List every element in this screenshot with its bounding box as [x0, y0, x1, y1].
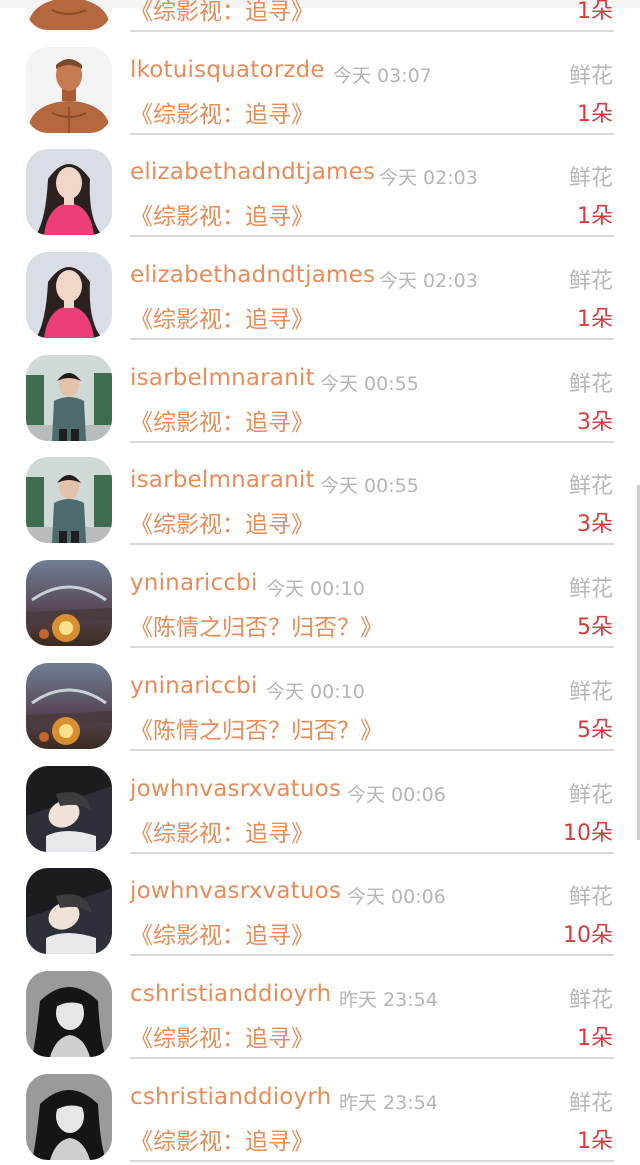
list-item[interactable]: elizabethadndtjames 今天 02:03 鲜花 《综影视：追寻》… [0, 131, 640, 238]
book-title[interactable]: 《综影视：追寻》 [130, 0, 314, 26]
girl-bw-avatar[interactable] [26, 1073, 112, 1160]
list-item[interactable]: yninariccbi 今天 00:10 鲜花 《陈情之归否？归否？》 5朵 [0, 542, 640, 649]
user-name[interactable]: yninariccbi [130, 570, 258, 596]
gift-count: 3朵 [577, 512, 613, 538]
gift-record-list[interactable]: 鲜花 《综影视：追寻》 1朵 lkotuisquatorzde 今天 03:07… [0, 0, 640, 1162]
book-title[interactable]: 《陈情之归否？归否？》 [130, 711, 383, 745]
timestamp: 今天 02:03 [379, 270, 478, 293]
timestamp: 今天 00:55 [320, 475, 419, 498]
gift-type: 鲜花 [568, 885, 613, 911]
gift-type: 鲜花 [568, 782, 613, 808]
timestamp: 今天 00:55 [320, 372, 419, 395]
user-name[interactable]: cshristianddioyrh [130, 1084, 331, 1110]
gift-type: 鲜花 [568, 269, 613, 295]
list-item[interactable]: cshristianddioyrh 昨天 23:54 鲜花 《综影视：追寻》 1… [0, 1056, 640, 1162]
book-title[interactable]: 《综影视：追寻》 [130, 403, 314, 437]
user-name[interactable]: isarbelmnaranit [130, 365, 315, 391]
timestamp: 今天 00:10 [266, 680, 365, 703]
book-title[interactable]: 《综影视：追寻》 [130, 1122, 314, 1156]
gift-count: 1朵 [577, 101, 613, 127]
gift-count: 5朵 [577, 615, 613, 641]
user-name[interactable]: elizabethadndtjames [130, 159, 375, 185]
list-item[interactable]: jowhnvasrxvatuos 今天 00:06 鲜花 《综影视：追寻》 10… [0, 748, 640, 854]
girl-bw-avatar[interactable] [26, 970, 112, 1057]
gift-type: 鲜花 [568, 1090, 613, 1116]
gift-type: 鲜花 [568, 474, 613, 500]
user-name[interactable]: yninariccbi [130, 673, 258, 699]
gift-type: 鲜花 [568, 63, 613, 89]
gift-count: 3朵 [577, 409, 613, 435]
user-name[interactable]: jowhnvasrxvatuos [130, 776, 341, 802]
divider [130, 1159, 614, 1162]
list-item[interactable]: 鲜花 《综影视：追寻》 1朵 [0, 0, 640, 32]
timestamp: 昨天 23:54 [339, 988, 438, 1011]
book-title[interactable]: 《综影视：追寻》 [130, 814, 314, 848]
book-title[interactable]: 《综影视：追寻》 [130, 916, 314, 950]
gift-type: 鲜花 [568, 166, 613, 192]
list-item[interactable]: yninariccbi 今天 00:10 鲜花 《陈情之归否？归否？》 5朵 [0, 645, 640, 751]
fantasy-scene-avatar[interactable] [26, 560, 112, 647]
book-title[interactable]: 《陈情之归否？归否？》 [130, 608, 383, 642]
gift-count: 1朵 [577, 1025, 613, 1051]
user-name[interactable]: isarbelmnaranit [130, 467, 315, 493]
book-title[interactable]: 《综影视：追寻》 [130, 1019, 314, 1053]
gift-type: 鲜花 [568, 987, 613, 1013]
book-title[interactable]: 《综影视：追寻》 [130, 300, 314, 334]
boy-lying-avatar[interactable] [26, 765, 112, 852]
book-title[interactable]: 《综影视：追寻》 [130, 197, 314, 231]
list-item[interactable]: lkotuisquatorzde 今天 03:07 鲜花 《综影视：追寻》 1朵 [0, 29, 640, 135]
timestamp: 今天 00:06 [347, 886, 446, 909]
timestamp: 今天 03:07 [333, 64, 432, 87]
fantasy-scene-avatar[interactable] [26, 662, 112, 749]
man-street-avatar[interactable] [26, 457, 112, 544]
book-title[interactable]: 《综影视：追寻》 [130, 505, 314, 539]
muscle-man-avatar[interactable] [26, 0, 112, 30]
muscle-man-avatar[interactable] [26, 46, 112, 133]
woman-pink-avatar[interactable] [26, 252, 112, 339]
woman-pink-avatar[interactable] [26, 149, 112, 236]
list-item[interactable]: cshristianddioyrh 昨天 23:54 鲜花 《综影视：追寻》 1… [0, 953, 640, 1059]
list-item[interactable]: isarbelmnaranit 今天 00:55 鲜花 《综影视：追寻》 3朵 [0, 439, 640, 546]
gift-count: 1朵 [577, 0, 613, 24]
gift-type: 鲜花 [568, 679, 613, 705]
gift-type: 鲜花 [568, 577, 613, 603]
list-item[interactable]: jowhnvasrxvatuos 今天 00:06 鲜花 《综影视：追寻》 10… [0, 850, 640, 957]
timestamp: 今天 02:03 [379, 167, 478, 190]
timestamp: 今天 00:06 [347, 783, 446, 806]
list-item[interactable]: isarbelmnaranit 今天 00:55 鲜花 《综影视：追寻》 3朵 [0, 337, 640, 443]
gift-count: 1朵 [577, 307, 613, 333]
gift-count: 1朵 [577, 1128, 613, 1154]
user-name[interactable]: jowhnvasrxvatuos [130, 878, 341, 904]
list-item[interactable]: elizabethadndtjames 今天 02:03 鲜花 《综影视：追寻》… [0, 234, 640, 341]
boy-lying-avatar[interactable] [26, 868, 112, 955]
user-name[interactable]: cshristianddioyrh [130, 981, 331, 1007]
gift-count: 1朵 [577, 204, 613, 230]
user-name[interactable]: elizabethadndtjames [130, 262, 375, 288]
timestamp: 昨天 23:54 [339, 1091, 438, 1114]
gift-count: 10朵 [563, 923, 613, 949]
gift-type: 鲜花 [568, 371, 613, 397]
timestamp: 今天 00:10 [266, 578, 365, 601]
user-name[interactable]: lkotuisquatorzde [130, 57, 325, 83]
gift-count: 10朵 [563, 820, 613, 846]
gift-count: 5朵 [577, 717, 613, 743]
book-title[interactable]: 《综影视：追寻》 [130, 95, 314, 129]
man-street-avatar[interactable] [26, 354, 112, 441]
